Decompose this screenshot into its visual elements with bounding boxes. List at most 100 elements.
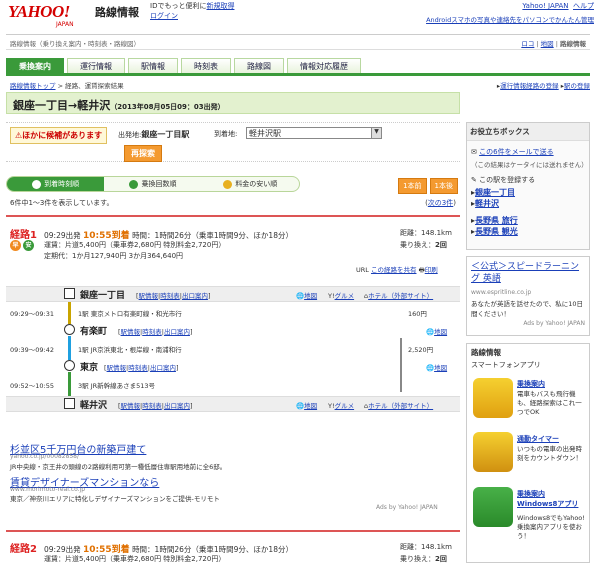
map-link-text[interactable]: 地図 xyxy=(304,292,317,300)
register-station[interactable]: 駅の登録 xyxy=(564,82,590,90)
breadcrumb-top[interactable]: 路線情報トップ xyxy=(10,82,56,90)
leg-fare: 2,520円 xyxy=(408,346,434,354)
fast-icon: 早 xyxy=(10,240,21,251)
mail-link[interactable]: この6件をメールで送る xyxy=(479,148,553,156)
station-info-link[interactable]: 駅情報 xyxy=(139,292,159,300)
previous-train-button[interactable]: 1本前 xyxy=(398,178,427,194)
nagano-link-row[interactable]: ▸長野県 旅行 xyxy=(467,215,589,226)
nagano-sightseeing-link[interactable]: 長野県 観光 xyxy=(475,227,518,236)
tab-route-map[interactable]: 路線図 xyxy=(234,58,284,73)
nagano-link-row[interactable]: ▸長野県 観光 xyxy=(467,226,589,237)
exit-guide-link[interactable]: 出口案内 xyxy=(150,364,176,372)
route1-distance-value: 148.1km xyxy=(421,229,452,237)
gourmet-link-text[interactable]: グルメ xyxy=(335,402,355,410)
loco-link[interactable]: ロコ xyxy=(521,40,534,48)
app-desc: Windows8でもYahoo!乗換案内アプリを使おう！ xyxy=(517,514,585,540)
app-title[interactable]: 通勤タイマー xyxy=(517,434,559,444)
timetable-link[interactable]: 時刻表 xyxy=(142,402,162,410)
sort-fare[interactable]: 料金の安い順 xyxy=(202,177,299,191)
exit-guide-link[interactable]: 出口案内 xyxy=(164,328,190,336)
result-count: 6件中1〜3件を表示しています。 xyxy=(10,199,114,207)
next-results-text[interactable]: 次の3件 xyxy=(428,199,453,207)
timetable-link[interactable]: 時刻表 xyxy=(142,328,162,336)
sidebar-ad-title[interactable]: ＜公式＞スピードラーニング 英語 xyxy=(467,257,589,289)
android-promo-link[interactable]: Androidスマホの写真や連絡先をパソコンでかんたん管理 xyxy=(426,14,594,24)
print-link[interactable]: 印刷 xyxy=(425,266,438,274)
hotel-link-text[interactable]: ホテル（外部サイト） xyxy=(368,292,433,300)
register-station[interactable]: ▸軽井沢 xyxy=(467,198,589,209)
register-link[interactable]: 新規取得 xyxy=(206,2,234,10)
train-app-icon[interactable] xyxy=(473,378,513,418)
app-desc: いつもの電車の出発時刻をカウントダウン！ xyxy=(517,445,582,462)
gourmet-link[interactable]: Y!グルメ xyxy=(328,400,354,410)
station-name[interactable]: 東京 xyxy=(80,360,98,373)
yahoo-logo[interactable]: YAHOO! xyxy=(8,2,70,22)
app-title[interactable]: 乗換案内 xyxy=(517,379,545,389)
gourmet-link-text[interactable]: グルメ xyxy=(335,292,355,300)
hotel-link[interactable]: ⌂ホテル（外部サイト） xyxy=(364,290,433,300)
timetable-link[interactable]: 時刻表 xyxy=(128,364,148,372)
route2-separator xyxy=(6,530,460,532)
ad-text: 東京／神奈川エリアに特化しデザイナーズマンションをご提供-モリモト xyxy=(10,495,220,503)
app-title[interactable]: 乗換案内 Windows8アプリ xyxy=(517,489,587,509)
register-station-link[interactable]: 銀座一丁目 xyxy=(475,188,515,197)
promo-text: IDでもっと便利に xyxy=(150,2,207,10)
station-info-link[interactable]: 駅情報 xyxy=(121,328,141,336)
route2-distance-value: 148.1km xyxy=(421,543,452,551)
map-link[interactable]: 地図 xyxy=(541,40,554,48)
sort-arrival[interactable]: 到着時刻順 xyxy=(7,177,105,191)
nagano-travel-link[interactable]: 長野県 旅行 xyxy=(475,216,518,225)
next-train-button[interactable]: 1本後 xyxy=(429,178,458,194)
station-name[interactable]: 軽井沢 xyxy=(80,398,107,411)
share-route-link[interactable]: この経路を共有 xyxy=(371,266,417,274)
map-link[interactable]: 🌐地図 xyxy=(426,362,447,372)
alternatives-box: ⚠ほかに候補があります 出発地:銀座一丁目駅 到着地: 軽井沢駅 ▼ 再探索 xyxy=(6,122,460,162)
map-link[interactable]: 🌐地図 xyxy=(426,326,447,336)
yahoo-japan-link[interactable]: Yahoo! JAPAN xyxy=(522,2,568,10)
next-results-link[interactable]: (次の3件) xyxy=(425,198,456,208)
timer-app-icon[interactable] xyxy=(473,432,513,472)
map-link-text[interactable]: 地図 xyxy=(434,364,447,372)
hotel-link[interactable]: ⌂ホテル（外部サイト） xyxy=(364,400,433,410)
register-station[interactable]: ▸銀座一丁目 xyxy=(467,187,589,198)
tab-operation-info[interactable]: 運行情報 xyxy=(67,58,125,73)
exit-guide-link[interactable]: 出口案内 xyxy=(164,402,190,410)
chevron-down-icon[interactable]: ▼ xyxy=(371,128,381,138)
sidebar-ad-url: www.espritline.co.jp xyxy=(471,289,532,296)
research-button[interactable]: 再探索 xyxy=(124,145,162,162)
login-link[interactable]: ログイン xyxy=(150,12,178,20)
help-link[interactable]: ヘルプ xyxy=(573,2,594,10)
station-info-link[interactable]: 駅情報 xyxy=(107,364,127,372)
register-station-link[interactable]: 軽井沢 xyxy=(475,199,499,208)
sort-transfers[interactable]: 乗換回数順 xyxy=(104,177,201,191)
transfer-circle-icon xyxy=(64,360,75,371)
line-keihin-color xyxy=(68,336,71,360)
route1-depart: 09:29出発 xyxy=(44,231,81,240)
exit-guide-link[interactable]: 出口案内 xyxy=(182,292,208,300)
route2-distance: 距離：148.1km xyxy=(400,542,452,552)
station-info-link[interactable]: 駅情報 xyxy=(121,402,141,410)
tab-station-info[interactable]: 駅情報 xyxy=(128,58,178,73)
tab-timetable[interactable]: 時刻表 xyxy=(181,58,231,73)
register-operation-route[interactable]: 運行情報経路の登録 xyxy=(500,82,559,90)
yahoo-logo-sub: JAPAN xyxy=(56,21,74,28)
hotel-link-text[interactable]: ホテル（外部サイト） xyxy=(368,402,433,410)
timetable-link[interactable]: 時刻表 xyxy=(160,292,180,300)
leg-description: 1駅 東京メトロ有楽町線・和光市行 xyxy=(78,310,182,318)
breadcrumb-right: ▸運行情報経路の登録 ▸駅の登録 xyxy=(496,82,590,90)
to-station-select[interactable]: 軽井沢駅 ▼ xyxy=(246,127,382,139)
tab-history[interactable]: 情報対応履歴 xyxy=(287,58,361,73)
fork-icon: Y! xyxy=(328,402,335,410)
station-name[interactable]: 有楽町 xyxy=(80,324,107,337)
globe-icon: 🌐 xyxy=(426,328,435,336)
route1-duration: 時間：1時間26分（乗車1時間9分、ほか18分） xyxy=(132,231,293,240)
map-link-text[interactable]: 地図 xyxy=(304,402,317,410)
map-link[interactable]: 🌐地図 xyxy=(296,400,317,410)
station-name[interactable]: 銀座一丁目 xyxy=(80,288,125,301)
gourmet-link[interactable]: Y!グルメ xyxy=(328,290,354,300)
route1-fare: 運賃：片道5,400円（乗車券2,680円 特別料金2,720円） xyxy=(44,241,226,249)
tab-transfer[interactable]: 乗換案内 xyxy=(6,58,64,73)
map-link-text[interactable]: 地図 xyxy=(434,328,447,336)
map-link[interactable]: 🌐地図 xyxy=(296,290,317,300)
windows-app-icon[interactable] xyxy=(473,487,513,527)
